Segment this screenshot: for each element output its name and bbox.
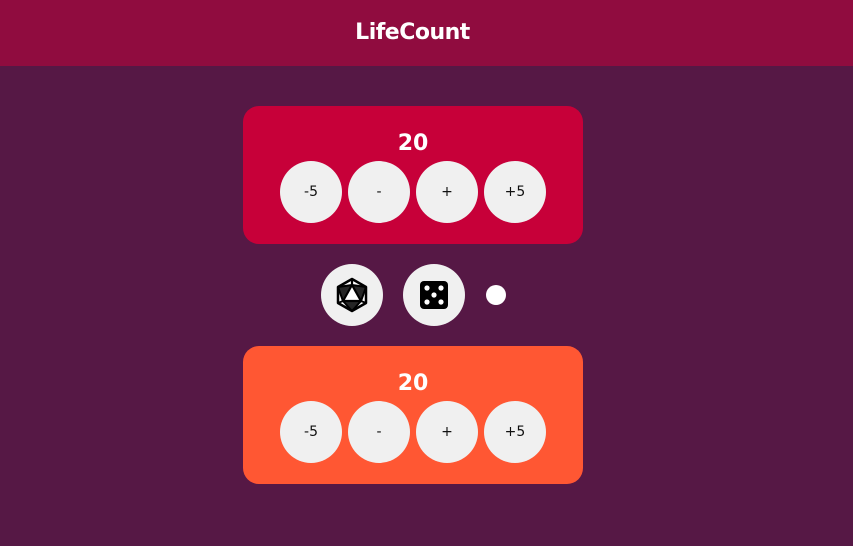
die-five-icon bbox=[420, 281, 448, 309]
player-2-life-total: 20 bbox=[397, 371, 429, 396]
roll-die-button[interactable] bbox=[403, 264, 465, 326]
player-2-controls: -5 - + +5 bbox=[280, 401, 546, 463]
player-1-minus-1-button[interactable]: - bbox=[348, 161, 410, 223]
player-2-plus-1-button[interactable]: + bbox=[416, 401, 478, 463]
player-2-minus-1-button[interactable]: - bbox=[348, 401, 410, 463]
player-1-controls: -5 - + +5 bbox=[280, 161, 546, 223]
player-1-minus-5-button[interactable]: -5 bbox=[280, 161, 342, 223]
app-title: LifeCount bbox=[355, 19, 470, 45]
roll-d20-button[interactable] bbox=[321, 264, 383, 326]
player-2-minus-5-button[interactable]: -5 bbox=[280, 401, 342, 463]
player-1-plus-1-button[interactable]: + bbox=[416, 161, 478, 223]
player-2-plus-5-button[interactable]: +5 bbox=[484, 401, 546, 463]
player-1-life-total: 20 bbox=[397, 131, 429, 156]
coin-flip-dot[interactable] bbox=[486, 285, 506, 305]
tools-row bbox=[321, 264, 521, 326]
player-1-panel: 20 -5 - + +5 bbox=[243, 106, 583, 244]
player-2-panel: 20 -5 - + +5 bbox=[243, 346, 583, 484]
player-1-plus-5-button[interactable]: +5 bbox=[484, 161, 546, 223]
d20-icon bbox=[336, 277, 368, 313]
app-header: LifeCount bbox=[0, 0, 853, 66]
